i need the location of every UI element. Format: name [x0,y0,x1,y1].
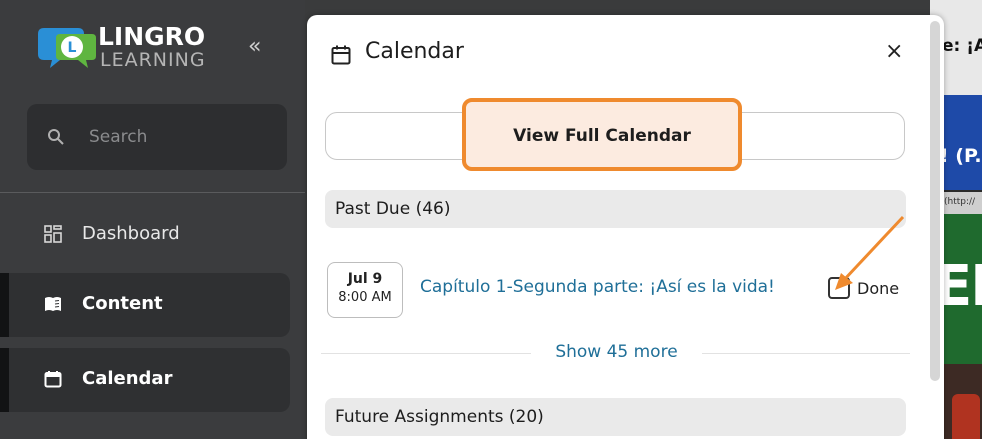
logo-subtitle: LEARNING [100,49,206,71]
collapse-sidebar-button[interactable]: « [248,36,261,58]
close-button[interactable]: × [885,40,903,64]
annotation-arrow-icon [835,215,905,290]
view-full-calendar-label[interactable]: View Full Calendar [462,126,742,146]
calendar-icon [331,45,351,65]
background-photo-shape [952,394,980,439]
background-url-text: (http:// [944,197,976,207]
sidebar-item-dashboard[interactable]: Dashboard [0,203,290,267]
logo-bubble-icon: L [38,28,96,68]
background-banner-text: ! (P. [940,145,982,167]
active-indicator [0,273,9,337]
sidebar-item-label: Dashboard [82,223,180,244]
active-indicator [0,348,9,412]
calendar-icon [44,371,62,388]
calendar-panel: Calendar × View Full Calendar Past Due (… [307,15,944,439]
assignment-time: 8:00 AM [338,290,392,305]
search-input[interactable]: Search [89,127,147,147]
assignment-date-badge: Jul 9 8:00 AM [327,262,403,318]
future-assignments-header[interactable]: Future Assignments (20) [325,398,906,436]
background-title: e: ¡A [942,36,982,56]
search-icon [48,129,64,145]
logo-name: LINGRO [98,22,206,51]
sidebar-divider [0,192,305,193]
sidebar: L LINGRO LEARNING « Search Dashboard Con… [0,0,305,439]
future-assignments-count: (20) [508,407,544,427]
divider-left [321,353,531,354]
app-root: L LINGRO LEARNING « Search Dashboard Con… [0,0,982,439]
sidebar-item-label: Content [82,293,163,314]
panel-title: Calendar [365,39,464,64]
dashboard-icon [44,225,62,243]
search-box[interactable]: Search [27,104,287,170]
past-due-count: (46) [415,199,451,219]
svg-text:L: L [68,40,77,56]
assignment-day: Jul 9 [347,271,383,287]
show-more-button[interactable]: Show 45 more [531,342,702,362]
book-icon [45,297,61,311]
sidebar-item-content[interactable]: Content [0,273,290,337]
past-due-label: Past Due (46) [335,199,451,219]
sidebar-item-label: Calendar [82,368,173,389]
sidebar-item-calendar[interactable]: Calendar [0,348,290,412]
future-assignments-label: Future Assignments (20) [335,407,544,427]
logo[interactable]: L LINGRO LEARNING [38,22,218,78]
scrollbar[interactable] [930,21,940,381]
assignment-title-link[interactable]: Capítulo 1-Segunda parte: ¡Así es la vid… [420,277,775,297]
divider-right [702,353,910,354]
past-due-header[interactable]: Past Due (46) [325,190,906,228]
